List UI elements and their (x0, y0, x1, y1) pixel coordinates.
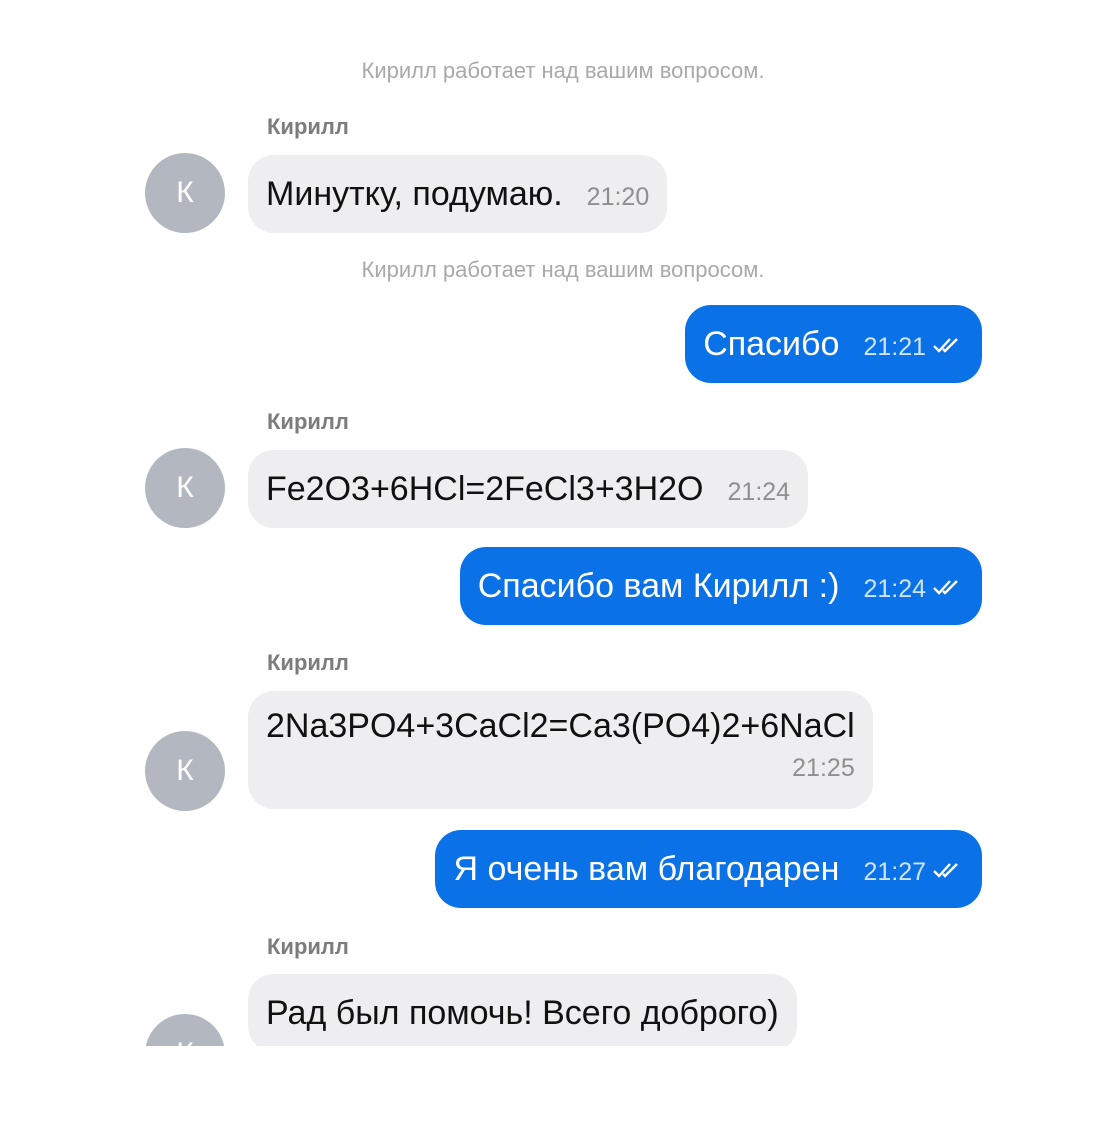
double-check-icon (932, 336, 962, 359)
message-time: 21:24 (727, 477, 791, 506)
avatar[interactable]: К (145, 731, 225, 811)
incoming-message[interactable]: Минутку, подумаю. 21:20 (248, 155, 668, 233)
typing-status: Кирилл работает над вашим вопросом. (361, 257, 765, 282)
incoming-message[interactable]: Fe2O3+6HCl=2FeCl3+3H2O 21:24 (248, 450, 809, 528)
typing-status: Кирилл работает над вашим вопросом. (361, 58, 765, 83)
message-text: Спасибо вам Кирилл :) (477, 566, 840, 605)
sender-name: Кирилл (267, 114, 349, 139)
incoming-message[interactable]: Рад был помочь! Всего доброго) (248, 974, 797, 1046)
outgoing-message[interactable]: Спасибо 21:21 (685, 305, 982, 383)
message-time: 21:27 (863, 857, 926, 886)
sender-name: Кирилл (267, 934, 349, 959)
outgoing-message[interactable]: Спасибо вам Кирилл :) 21:24 (459, 547, 982, 625)
message-time: 21:21 (863, 332, 926, 361)
avatar[interactable]: К (145, 153, 225, 233)
message-time: 21:24 (863, 574, 926, 603)
avatar[interactable]: К (145, 1014, 225, 1046)
message-time: 21:25 (792, 754, 855, 782)
message-text: Спасибо (703, 324, 840, 363)
message-time: 21:20 (586, 182, 650, 211)
double-check-icon (932, 861, 962, 884)
avatar[interactable]: К (145, 448, 225, 528)
sender-name: Кирилл (267, 650, 349, 675)
message-text: 2Na3PO4+3CaCl2=Ca3(PO4)2+6NaCl (266, 707, 855, 745)
outgoing-message[interactable]: Я очень вам благодарен 21:27 (435, 830, 982, 908)
message-text: Минутку, подумаю. (266, 174, 563, 213)
message-text: Fe2O3+6HCl=2FeCl3+3H2O (266, 469, 704, 508)
message-text: Рад был помочь! Всего доброго) (266, 993, 779, 1032)
chat-history[interactable]: Кирилл работает над вашим вопросом. Кири… (0, 0, 1096, 1046)
incoming-message[interactable]: 2Na3PO4+3CaCl2=Ca3(PO4)2+6NaCl 21:25 (248, 691, 873, 809)
double-check-icon (932, 578, 962, 601)
sender-name: Кирилл (267, 409, 349, 434)
message-text: Я очень вам благодарен (453, 849, 840, 888)
